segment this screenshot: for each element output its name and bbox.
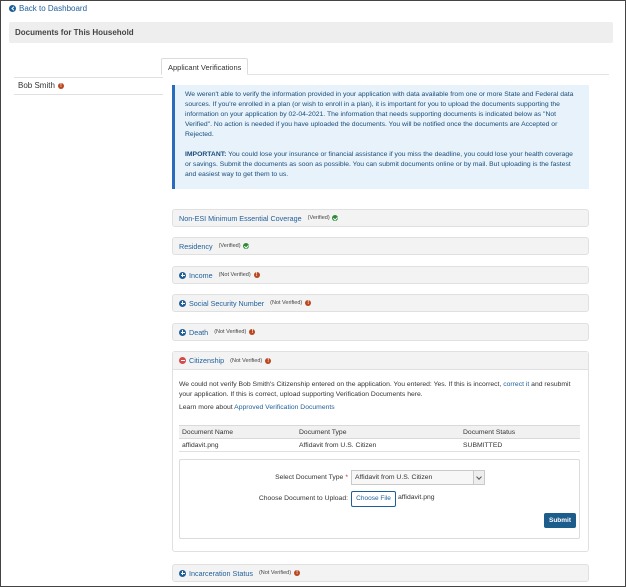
- panel-death[interactable]: Death (Not Verified) !: [172, 323, 589, 341]
- table-header-row: Document Name Document Type Document Sta…: [179, 425, 580, 439]
- plus-circle-icon[interactable]: [179, 328, 186, 336]
- tab-bar: Applicant Verifications: [161, 58, 609, 75]
- choose-document-label: Choose Document to Upload:: [258, 495, 348, 502]
- exclamation-circle-icon: !: [265, 357, 272, 364]
- exclamation-circle-icon: !: [249, 329, 256, 335]
- message-text: We could not verify Bob Smith's Citizens…: [179, 381, 504, 388]
- status-badge: (Not Verified): [270, 300, 303, 306]
- check-circle-icon: [331, 215, 338, 221]
- learn-prefix: Learn more about: [179, 404, 235, 411]
- verification-notice: We weren't able to verify the informatio…: [172, 85, 589, 189]
- selected-value: Affidavit from U.S. Citizen: [355, 474, 433, 481]
- chosen-file-name: affidavit.png: [398, 494, 435, 501]
- documents-table: Document Name Document Type Document Sta…: [179, 425, 580, 452]
- panel-title[interactable]: Social Security Number: [189, 299, 264, 308]
- status-badge: (Not Verified): [230, 357, 263, 364]
- exclamation-circle-icon: !: [305, 300, 312, 306]
- status-badge: (Verified): [218, 243, 241, 249]
- status-badge: (Not Verified): [218, 272, 251, 278]
- important-text: You could lose your insurance or financi…: [185, 151, 573, 178]
- plus-circle-icon[interactable]: [179, 299, 186, 307]
- back-to-dashboard-link[interactable]: Back to Dashboard: [9, 4, 87, 13]
- panel-citizenship: Citizenship (Not Verified) ! We could no…: [172, 351, 589, 552]
- exclamation-circle-icon: !: [253, 272, 260, 278]
- column-header: Document Type: [296, 425, 460, 439]
- panel-title[interactable]: Death: [189, 328, 208, 337]
- panel-ssn[interactable]: Social Security Number (Not Verified) !: [172, 294, 589, 312]
- approved-documents-link[interactable]: Approved Verification Documents: [234, 404, 335, 411]
- panel-title[interactable]: Income: [189, 271, 213, 280]
- submit-button[interactable]: Submit: [544, 513, 576, 528]
- upload-form: Select Document Type * Affidavit from U.S…: [179, 459, 580, 539]
- minus-circle-icon[interactable]: [179, 357, 186, 364]
- sidebar-item-label: Bob Smith: [18, 81, 55, 90]
- panel-income[interactable]: Income (Not Verified) !: [172, 266, 589, 284]
- tab-applicant-verifications[interactable]: Applicant Verifications: [161, 58, 249, 75]
- table-row: affidavit.png Affidavit from U.S. Citize…: [179, 438, 580, 452]
- notice-important: IMPORTANT: You could lose your insurance…: [185, 150, 579, 180]
- citizenship-message: We could not verify Bob Smith's Citizens…: [179, 380, 579, 400]
- chevron-down-icon[interactable]: [473, 471, 484, 484]
- document-type-select[interactable]: Affidavit from U.S. Citizen: [351, 470, 485, 485]
- back-label: Back to Dashboard: [19, 4, 88, 13]
- required-marker: *: [345, 474, 348, 481]
- important-label: IMPORTANT:: [185, 151, 227, 158]
- column-header: Document Name: [179, 425, 296, 439]
- exclamation-circle-icon: !: [294, 570, 301, 576]
- chevron-left-circle-icon: [9, 5, 16, 12]
- panel-title[interactable]: Non-ESI Minimum Essential Coverage: [179, 214, 302, 223]
- select-type-label: Select Document Type *: [260, 474, 348, 481]
- panel-title[interactable]: Citizenship: [189, 356, 224, 365]
- document-status: SUBMITTED: [460, 438, 580, 452]
- panel-non-esi-mec[interactable]: Non-ESI Minimum Essential Coverage (Veri…: [172, 209, 589, 227]
- panel-title[interactable]: Residency: [179, 242, 213, 251]
- sidebar-item-bob-smith[interactable]: Bob Smith !: [14, 77, 163, 95]
- check-circle-icon: [242, 243, 249, 249]
- plus-circle-icon[interactable]: [179, 271, 186, 279]
- panel-header[interactable]: Citizenship (Not Verified) !: [173, 352, 588, 370]
- panel-title[interactable]: Incarceration Status: [189, 569, 253, 578]
- choose-file-button[interactable]: Choose File: [351, 491, 396, 507]
- correct-it-link[interactable]: correct it: [503, 381, 529, 388]
- exclamation-circle-icon: !: [57, 83, 64, 89]
- plus-circle-icon[interactable]: [179, 569, 186, 577]
- panel-incarceration[interactable]: Incarceration Status (Not Verified) !: [172, 564, 589, 582]
- label-text: Select Document Type: [275, 474, 344, 481]
- status-badge: (Not Verified): [258, 570, 292, 576]
- status-badge: (Not Verified): [214, 329, 247, 335]
- document-type: Affidavit from U.S. Citizen: [296, 438, 460, 452]
- status-badge: (Verified): [307, 215, 330, 221]
- page-title: Documents for This Household: [9, 22, 613, 43]
- learn-more: Learn more about Approved Verification D…: [179, 404, 335, 411]
- notice-paragraph: We weren't able to verify the informatio…: [185, 91, 574, 138]
- document-name-link[interactable]: affidavit.png: [179, 438, 296, 452]
- panel-residency[interactable]: Residency (Verified): [172, 237, 589, 255]
- page-frame: Back to Dashboard Documents for This Hou…: [0, 0, 626, 587]
- column-header: Document Status: [460, 425, 580, 439]
